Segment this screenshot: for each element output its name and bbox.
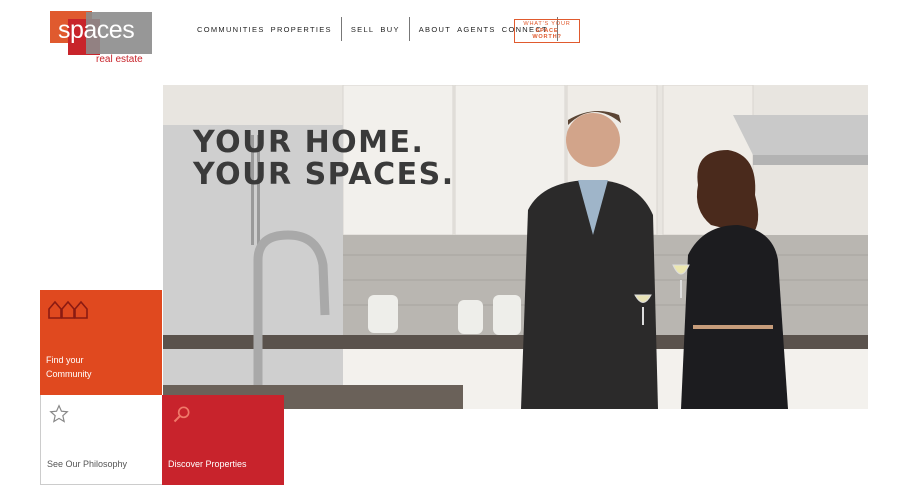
logo-wordmark: spaces — [58, 16, 135, 44]
nav-group-transact: SELL BUY — [340, 17, 409, 41]
philosophy-tile[interactable]: See Our Philosophy — [40, 395, 162, 485]
hero-headline: YOUR HOME. YOUR SPACES. — [193, 125, 455, 193]
logo-tagline: real estate — [96, 54, 143, 65]
discover-properties-label: Discover Properties — [168, 459, 247, 469]
search-icon — [172, 404, 192, 429]
nav-communities[interactable]: COMMUNITIES — [197, 25, 265, 34]
find-community-tile[interactable]: Find your Community — [40, 290, 162, 395]
hero-headline-line-2: YOUR SPACES. — [193, 157, 455, 193]
home-value-button[interactable]: WHAT'S YOUR SPACE WORTH? — [514, 19, 580, 43]
find-community-line-1: Find your — [46, 355, 84, 365]
cta-line-3: WORTH? — [532, 34, 562, 41]
nav-group-explore: COMMUNITIES PROPERTIES — [188, 17, 341, 41]
nav-properties[interactable]: PROPERTIES — [271, 25, 332, 34]
logo[interactable]: spaces real estate — [50, 11, 152, 65]
main-nav: COMMUNITIES PROPERTIES SELL BUY ABOUT AG… — [188, 17, 558, 41]
discover-properties-tile[interactable]: Discover Properties — [162, 395, 284, 485]
cta-line-1: WHAT'S YOUR — [523, 20, 571, 27]
nav-agents[interactable]: AGENTS — [457, 25, 496, 34]
nav-buy[interactable]: BUY — [380, 25, 399, 34]
philosophy-label: See Our Philosophy — [47, 459, 128, 469]
star-icon — [49, 404, 69, 429]
hero-image: YOUR HOME. YOUR SPACES. — [163, 85, 868, 409]
nav-about[interactable]: ABOUT — [419, 25, 451, 34]
find-community-line-2: Community — [46, 369, 92, 380]
cta-line-2: SPACE — [535, 27, 559, 34]
find-community-label: Find your Community — [46, 353, 136, 382]
hero-headline-line-1: YOUR HOME. — [193, 125, 425, 160]
houses-icon — [48, 299, 90, 324]
nav-sell[interactable]: SELL — [351, 25, 375, 34]
